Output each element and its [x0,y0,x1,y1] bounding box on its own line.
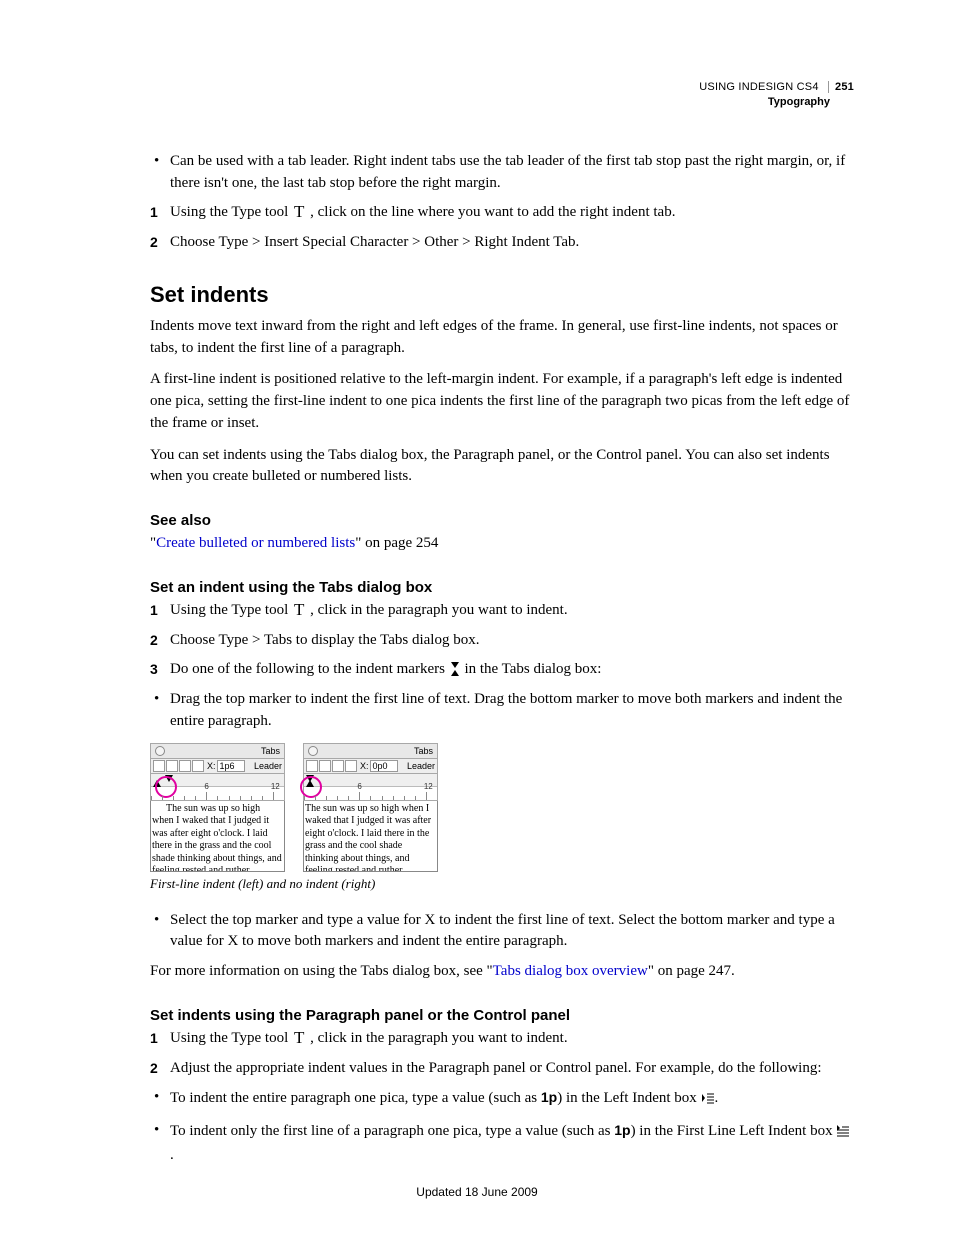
figure-caption: First-line indent (left) and no indent (… [150,876,854,892]
page-number: 251 [828,81,854,93]
step-item: Using the Type tool T , click in the par… [150,1028,854,1050]
close-icon [155,746,165,756]
running-header: USING INDESIGN CS4 251 Typography [150,80,854,111]
heading-see-also: See also [150,512,854,529]
body-text: Indents move text inward from the right … [150,316,854,360]
section-name: Typography [150,95,854,110]
list-item: Can be used with a tab leader. Right ind… [150,151,854,195]
heading-paragraph-panel: Set indents using the Paragraph panel or… [150,1007,854,1024]
panel-title: Tabs [414,746,433,756]
tab-align-center-icon [319,760,331,772]
tab-align-right-icon [179,760,191,772]
type-tool-icon: T [292,1029,306,1046]
leader-label: Leader [254,761,282,771]
step-item: Using the Type tool T , click in the par… [150,600,854,622]
body-text: A first-line indent is positioned relati… [150,369,854,434]
tabs-panel-left: Tabs X: 1p6 Leader [150,743,285,872]
body-text: For more information on using the Tabs d… [150,961,854,983]
close-icon [308,746,318,756]
sample-text: The sun was up so high when I waked that… [303,801,438,872]
step-item: Adjust the appropriate indent values in … [150,1058,854,1080]
x-label: X: [360,761,369,771]
x-value: 0p0 [370,760,398,772]
step-item: Do one of the following to the indent ma… [150,659,854,681]
tab-align-right-icon [332,760,344,772]
type-tool-icon: T [292,601,306,618]
list-item: Drag the top marker to indent the first … [150,689,854,733]
heading-tabs-dialog: Set an indent using the Tabs dialog box [150,579,854,596]
sample-text: The sun was up so high when I waked that… [150,801,285,872]
footer-updated: Updated 18 June 2009 [0,1185,954,1199]
doc-title: USING INDESIGN CS4 [699,81,818,93]
x-label: X: [207,761,216,771]
xref-link[interactable]: Tabs dialog box overview [493,963,648,979]
indent-marker-icon [449,661,465,677]
tab-align-center-icon [166,760,178,772]
list-item: To indent only the first line of a parag… [150,1120,854,1167]
figure-tabs-panels: Tabs X: 1p6 Leader [150,743,854,872]
x-value: 1p6 [217,760,245,772]
xref-link[interactable]: Create bulleted or numbered lists [156,535,355,551]
body-text: You can set indents using the Tabs dialo… [150,445,854,489]
type-tool-icon: T [292,203,306,220]
tab-align-left-icon [153,760,165,772]
leader-label: Leader [407,761,435,771]
first-line-indent-icon [836,1123,850,1145]
panel-title: Tabs [261,746,280,756]
list-item: To indent the entire paragraph one pica,… [150,1087,854,1112]
list-item: Select the top marker and type a value f… [150,910,854,954]
see-also-line: "Create bulleted or numbered lists" on p… [150,533,854,555]
tab-align-decimal-icon [192,760,204,772]
tabs-panel-right: Tabs X: 0p0 Leader [303,743,438,872]
left-indent-icon [701,1090,715,1112]
step-item: Using the Type tool T , click on the lin… [150,202,854,224]
step-item: Choose Type > Insert Special Character >… [150,232,854,254]
tab-align-decimal-icon [345,760,357,772]
tab-align-left-icon [306,760,318,772]
heading-set-indents: Set indents [150,282,854,308]
step-item: Choose Type > Tabs to display the Tabs d… [150,630,854,652]
